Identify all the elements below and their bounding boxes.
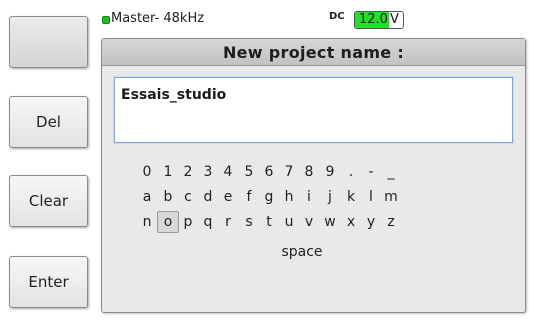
key-5[interactable]: 5: [239, 161, 259, 183]
key-d[interactable]: d: [198, 186, 218, 208]
key-i[interactable]: i: [299, 186, 319, 208]
status-led-icon: [102, 16, 110, 24]
clear-button[interactable]: Clear: [9, 175, 88, 227]
key-n[interactable]: n: [137, 211, 157, 233]
key-4[interactable]: 4: [218, 161, 238, 183]
dialog-title: New project name :: [102, 39, 525, 66]
key-u[interactable]: u: [279, 211, 299, 233]
key-2[interactable]: 2: [178, 161, 198, 183]
project-name-input[interactable]: Essais_studio: [114, 77, 513, 143]
key-z[interactable]: z: [381, 211, 401, 233]
key-t[interactable]: t: [259, 211, 279, 233]
device-screen: Del Clear Enter Master- 48kHz DC 12.0 V …: [0, 0, 533, 322]
key-period[interactable]: .: [341, 161, 361, 183]
dc-label: DC: [329, 11, 345, 22]
key-7[interactable]: 7: [279, 161, 299, 183]
key-a[interactable]: a: [137, 186, 157, 208]
master-clock-status: Master- 48kHz: [111, 11, 205, 26]
key-y[interactable]: y: [361, 211, 381, 233]
key-x[interactable]: x: [341, 211, 361, 233]
del-button[interactable]: Del: [9, 96, 88, 148]
new-project-dialog: New project name : Essais_studio 0 1 2 3…: [101, 38, 526, 313]
key-9[interactable]: 9: [320, 161, 340, 183]
dc-voltage-value: 12.0: [355, 12, 389, 28]
key-m[interactable]: m: [381, 186, 401, 208]
key-8[interactable]: 8: [299, 161, 319, 183]
key-k[interactable]: k: [341, 186, 361, 208]
key-l[interactable]: l: [361, 186, 381, 208]
key-hyphen[interactable]: -: [361, 161, 381, 183]
dc-voltage-indicator: 12.0 V: [354, 11, 404, 29]
dc-voltage-unit: V: [389, 12, 399, 27]
enter-button[interactable]: Enter: [9, 256, 88, 308]
key-space[interactable]: space: [272, 241, 332, 263]
key-o-selected[interactable]: o: [157, 211, 179, 233]
key-f[interactable]: f: [239, 186, 259, 208]
key-g[interactable]: g: [259, 186, 279, 208]
key-b[interactable]: b: [158, 186, 178, 208]
key-underscore[interactable]: _: [381, 161, 401, 183]
blank-softkey[interactable]: [9, 16, 88, 68]
key-e[interactable]: e: [218, 186, 238, 208]
key-v[interactable]: v: [299, 211, 319, 233]
key-j[interactable]: j: [320, 186, 340, 208]
key-w[interactable]: w: [320, 211, 340, 233]
key-0[interactable]: 0: [137, 161, 157, 183]
key-r[interactable]: r: [218, 211, 238, 233]
key-3[interactable]: 3: [198, 161, 218, 183]
key-s[interactable]: s: [239, 211, 259, 233]
key-c[interactable]: c: [178, 186, 198, 208]
key-q[interactable]: q: [198, 211, 218, 233]
key-6[interactable]: 6: [259, 161, 279, 183]
key-p[interactable]: p: [178, 211, 198, 233]
key-h[interactable]: h: [279, 186, 299, 208]
key-1[interactable]: 1: [158, 161, 178, 183]
